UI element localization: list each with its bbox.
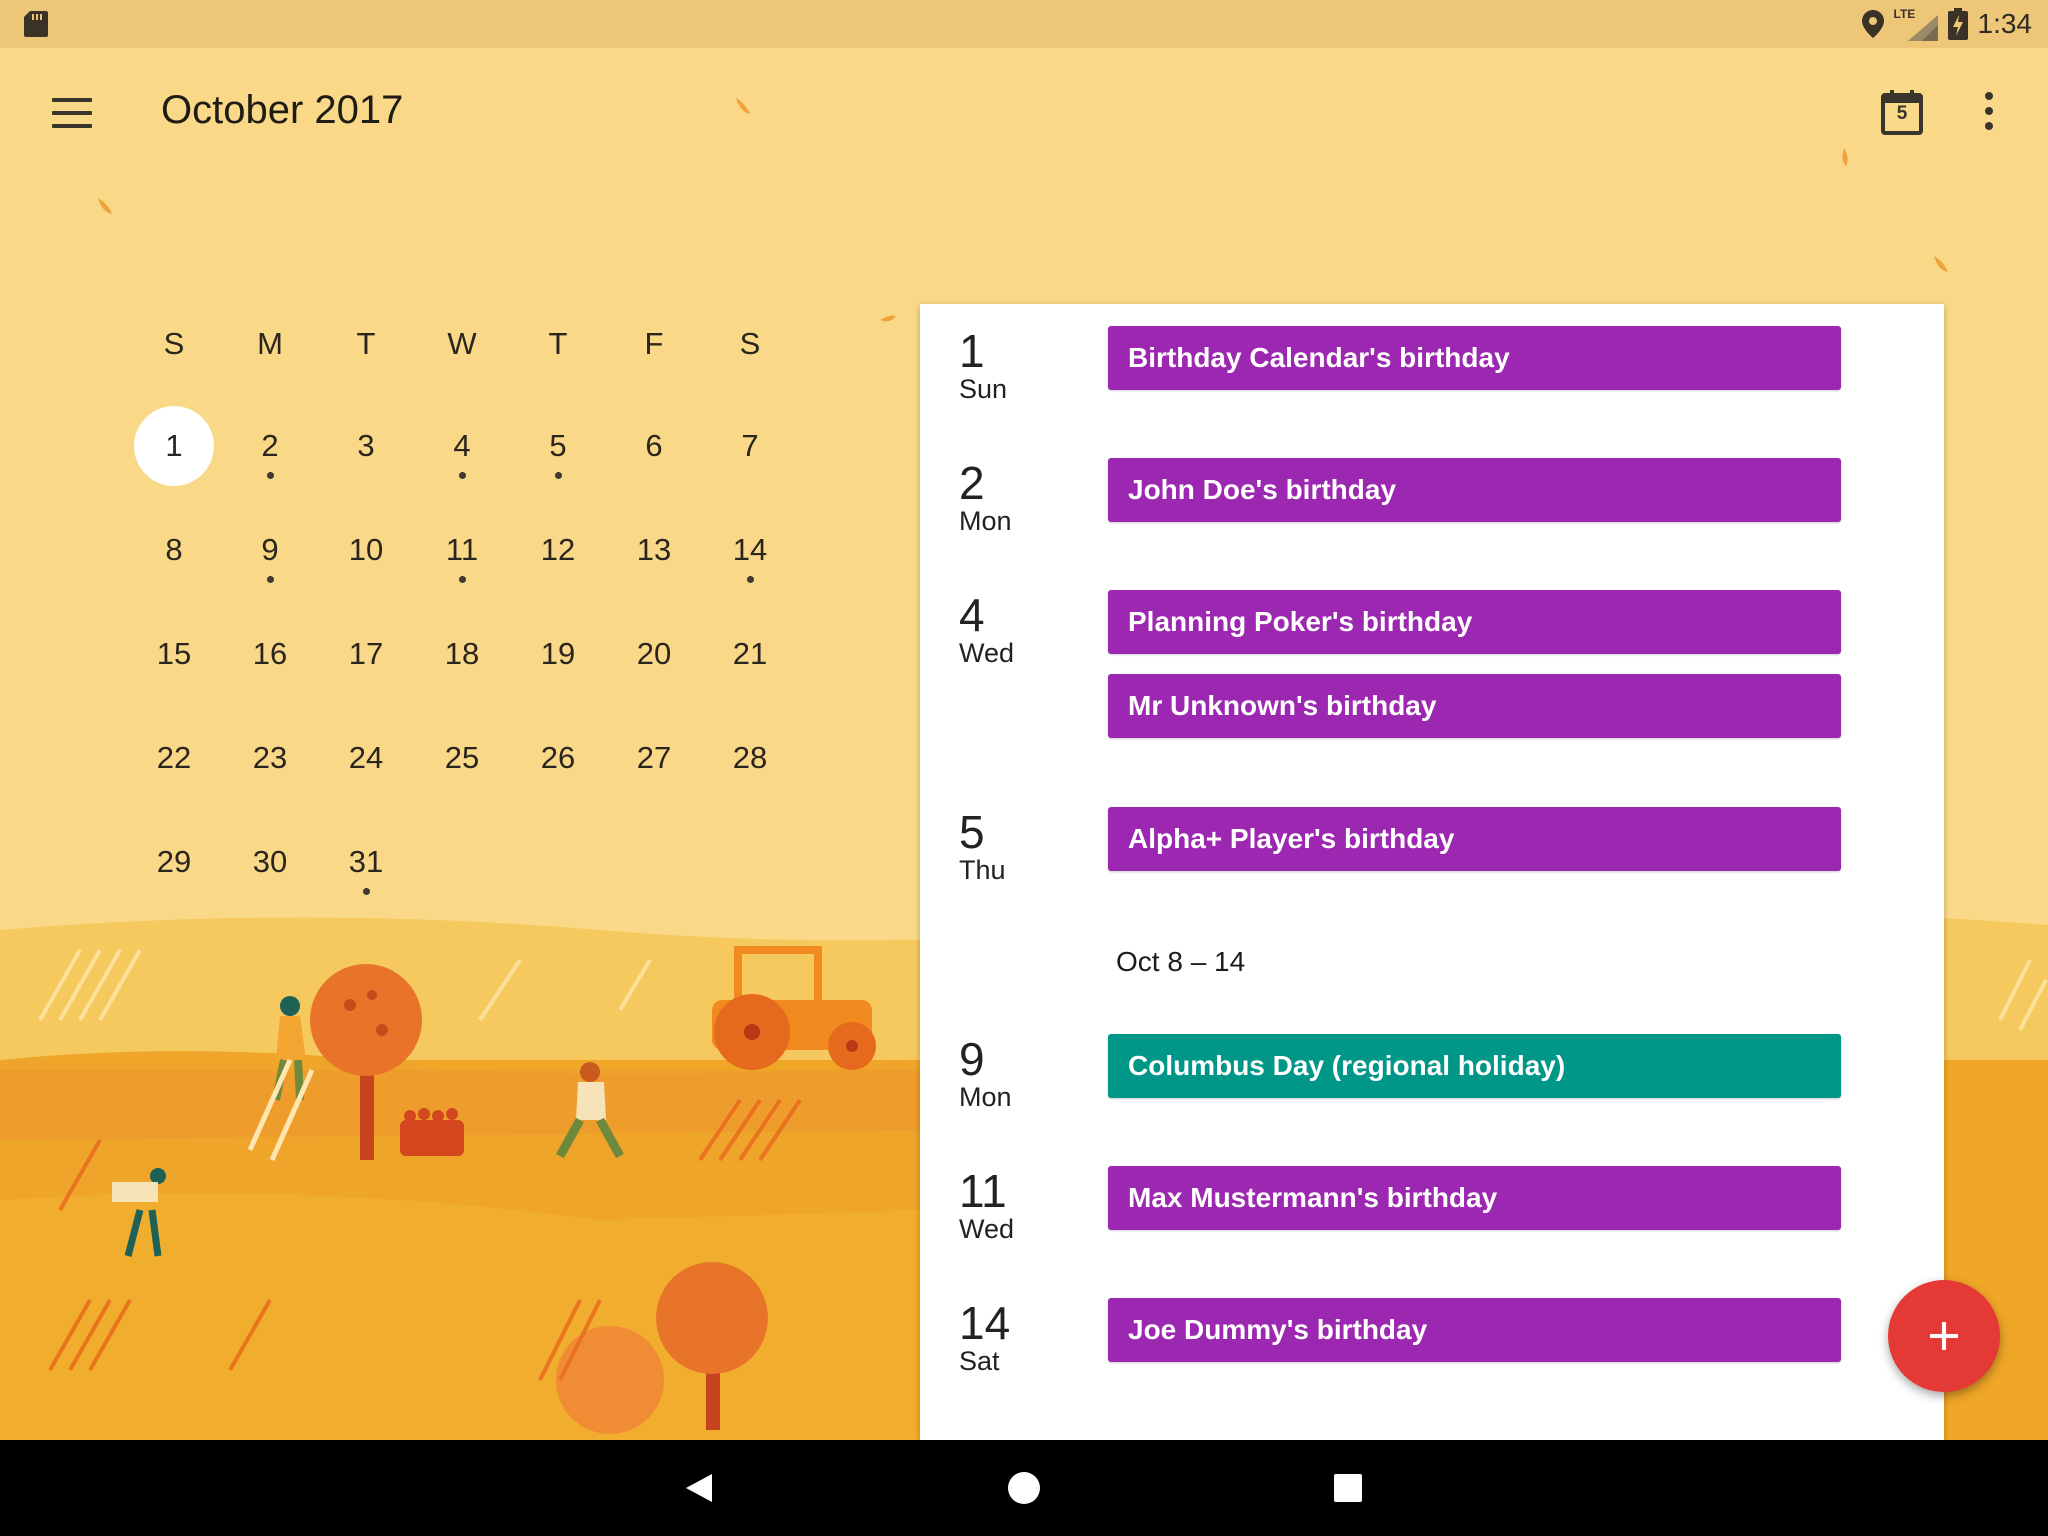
- menu-button[interactable]: [52, 98, 92, 128]
- day-cell[interactable]: 17: [326, 614, 406, 694]
- day-cell-selected[interactable]: 1: [134, 406, 214, 486]
- day-cell[interactable]: 6: [614, 406, 694, 486]
- day-cell[interactable]: 3: [326, 406, 406, 486]
- schedule-day-weekday: Wed: [959, 1214, 1015, 1244]
- weekday-header: M: [257, 326, 283, 361]
- holiday-event-chip[interactable]: Columbus Day (regional holiday): [1108, 1034, 1841, 1098]
- event-indicator-dot: [459, 576, 466, 583]
- event-indicator-dot: [363, 888, 370, 895]
- birthday-event-chip[interactable]: Alpha+ Player's birthday: [1108, 807, 1841, 871]
- navigation-bar: [0, 1440, 2048, 1536]
- birthday-event-chip[interactable]: Birthday Calendar's birthday: [1108, 326, 1841, 390]
- event-indicator-dot: [459, 472, 466, 479]
- schedule-day-weekday: Mon: [959, 506, 1012, 536]
- schedule-day-weekday: Thu: [959, 855, 1006, 885]
- schedule-day-number: 9: [959, 1033, 985, 1085]
- schedule-day-number: 2: [959, 457, 985, 509]
- weekday-header: F: [644, 326, 664, 361]
- add-icon: [1930, 1322, 1958, 1350]
- day-cell[interactable]: 19: [518, 614, 598, 694]
- day-cell[interactable]: 24: [326, 718, 406, 798]
- birthday-event-chip[interactable]: John Doe's birthday: [1108, 458, 1841, 522]
- schedule-day-number: 14: [959, 1297, 1011, 1349]
- today-date-label: 5: [1896, 103, 1908, 124]
- home-icon: [1008, 1472, 1040, 1504]
- schedule-day-weekday: Sun: [959, 374, 1008, 404]
- day-cell[interactable]: 30: [230, 822, 310, 902]
- day-cell[interactable]: 28: [710, 718, 790, 798]
- home-button[interactable]: [994, 1458, 1054, 1518]
- overflow-menu-button[interactable]: [1976, 92, 2000, 134]
- back-icon: [686, 1474, 712, 1502]
- recents-icon: [1334, 1474, 1362, 1502]
- day-cell[interactable]: 26: [518, 718, 598, 798]
- day-cell[interactable]: 27: [614, 718, 694, 798]
- schedule-day-weekday: Mon: [959, 1082, 1012, 1112]
- schedule-day-number: 1: [959, 325, 985, 377]
- event-indicator-dot: [555, 472, 562, 479]
- event-indicator-dot: [267, 576, 274, 583]
- schedule-day-weekday: Wed: [959, 638, 1015, 668]
- recents-button[interactable]: [1318, 1458, 1378, 1518]
- day-cell[interactable]: 20: [614, 614, 694, 694]
- back-button[interactable]: [670, 1458, 730, 1518]
- week-header: Oct 8 – 14: [1116, 946, 1246, 977]
- day-cell[interactable]: 22: [134, 718, 214, 798]
- day-cell[interactable]: 13: [614, 510, 694, 590]
- event-indicator-dot: [747, 576, 754, 583]
- day-cell[interactable]: 29: [134, 822, 214, 902]
- day-cell[interactable]: 25: [422, 718, 502, 798]
- day-cell[interactable]: 21: [710, 614, 790, 694]
- birthday-event-chip[interactable]: Max Mustermann's birthday: [1108, 1166, 1841, 1230]
- day-cell[interactable]: 23: [230, 718, 310, 798]
- day-cell[interactable]: 15: [134, 614, 214, 694]
- location-icon: [1861, 10, 1884, 38]
- day-cell[interactable]: 8: [134, 510, 214, 590]
- weekday-header: T: [548, 326, 568, 361]
- day-cell[interactable]: 10: [326, 510, 406, 590]
- event-indicator-dot: [267, 472, 274, 479]
- weekday-header: S: [163, 326, 185, 361]
- status-bar: LTE 1:34: [0, 0, 2048, 48]
- weekday-header: T: [356, 326, 376, 361]
- sd-card-icon: [24, 11, 48, 37]
- battery-charging-icon: [1947, 8, 1968, 40]
- day-cell[interactable]: 7: [710, 406, 790, 486]
- page-title[interactable]: October 2017: [161, 88, 403, 133]
- birthday-event-chip[interactable]: Mr Unknown's birthday: [1108, 674, 1841, 738]
- schedule-day-weekday: Sat: [959, 1346, 1000, 1376]
- signal-icon: LTE: [1894, 7, 1938, 41]
- day-cell[interactable]: 12: [518, 510, 598, 590]
- schedule-day-number: 4: [959, 589, 985, 641]
- day-cell[interactable]: 16: [230, 614, 310, 694]
- weekday-header: W: [447, 326, 477, 361]
- day-cell[interactable]: 18: [422, 614, 502, 694]
- weekday-header: S: [739, 326, 761, 361]
- calendar-app-screen: LTE 1:34 October 2017 5 S M T W T F S 1 2 3 4…: [0, 0, 2048, 1536]
- birthday-event-chip[interactable]: Planning Poker's birthday: [1108, 590, 1841, 654]
- schedule-day-number: 11: [959, 1165, 1007, 1217]
- today-button[interactable]: 5: [1880, 88, 1924, 136]
- new-event-button[interactable]: [1888, 1280, 2000, 1392]
- schedule-list[interactable]: Oct 8 – 14 1 Sun Birthday Calendar's birth…: [920, 304, 1944, 1440]
- clock: 1:34: [1977, 8, 2033, 39]
- birthday-event-chip[interactable]: Joe Dummy's birthday: [1108, 1298, 1841, 1362]
- schedule-day-number: 5: [959, 806, 985, 858]
